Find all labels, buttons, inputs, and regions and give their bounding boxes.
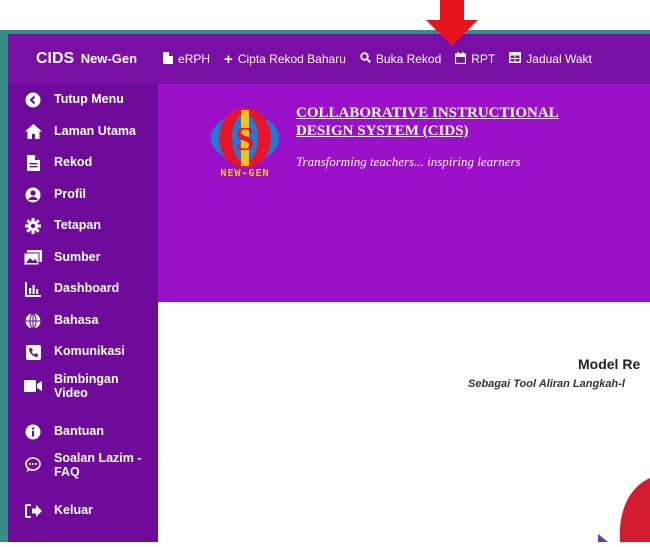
annotation-arrow-icon [424,0,480,48]
nav-cipta-label: Cipta Rekod Baharu [237,52,346,66]
video-icon [24,378,42,394]
sidebar: Tutup Menu Laman Utama Rekod Profil Teta… [8,84,158,542]
sidebar-item-label: Tetapan [54,218,101,232]
sidebar-item-bimbingan-video[interactable]: Bimbingan Video [8,368,158,416]
document-icon [163,51,174,67]
nav-rpt-label: RPT [471,52,496,66]
nav-buka-label: Buka Rekod [375,52,442,66]
hero-title-line2: DESIGN SYSTEM (CIDS) [296,123,469,139]
cids-logo[interactable]: S NEW-GEN [203,106,287,182]
sidebar-item-label: Soalan Lazim - FAQ [54,451,142,479]
sidebar-item-label: Profil [54,186,86,201]
phone-icon [24,344,42,360]
logo-newgen-text: NEW-GEN [220,168,270,179]
info-icon [24,424,42,440]
sidebar-item-label: Komunikasi [54,344,125,358]
window-top-bg [0,0,650,32]
sidebar-item-label: Rekod [54,155,93,169]
globe-icon [24,312,42,329]
sidebar-item-keluar[interactable]: Keluar [8,495,158,527]
sidebar-item-dashboard[interactable]: Dashboard [8,273,158,305]
model-graphic [598,478,650,542]
plus-icon: + [224,50,233,68]
sidebar-item-tetapan[interactable]: Tetapan [8,210,158,242]
brand-name: CIDS [36,50,75,67]
sidebar-item-label: Sumber [54,249,101,264]
sidebar-item-label: Dashboard [54,281,120,295]
sidebar-item-bantuan[interactable]: Bantuan [8,416,158,448]
chart-icon [24,281,42,297]
hero-title[interactable]: COLLABORATIVE INSTRUCTIONAL DESIGN SYSTE… [296,104,636,140]
hero-banner: S NEW-GEN COLLABORATIVE INSTRUCTIONAL DE… [158,84,650,302]
logout-icon [24,503,42,519]
content-subtitle: Sebagai Tool Aliran Langkah-l [468,378,625,390]
nav-erph-label: eRPH [178,52,211,66]
svg-text:S: S [236,121,255,158]
brand-suffix: New-Gen [80,51,138,66]
sidebar-item-laman-utama[interactable]: Laman Utama [8,116,158,148]
nav-cipta-rekod-baharu[interactable]: + Cipta Rekod Baharu [224,51,346,68]
sidebar-item-bahasa[interactable]: Bahasa [8,305,158,337]
sidebar-item-profil[interactable]: Profil [8,179,158,211]
sidebar-item-faq[interactable]: Soalan Lazim - FAQ [8,447,158,495]
sidebar-item-sumber[interactable]: Sumber [8,242,158,274]
sidebar-item-label: Tutup Menu [54,92,124,106]
sidebar-item-komunikasi[interactable]: Komunikasi [8,336,158,368]
sidebar-item-tutup-menu[interactable]: Tutup Menu [8,84,158,116]
sidebar-item-rekod[interactable]: Rekod [8,147,158,179]
brand-logo-text[interactable]: CIDS New-Gen [36,50,137,68]
nav-buka-rekod[interactable]: Buka Rekod [360,52,441,66]
sidebar-item-label: Bahasa [54,312,99,327]
search-icon [360,52,371,66]
sidebar-item-label: Bantuan [54,423,104,438]
main-content: Model Re Sebagai Tool Aliran Langkah-l [158,302,650,542]
sidebar-item-label: Laman Utama [54,123,136,138]
nav-erph[interactable]: eRPH [163,51,211,67]
nav-jadual-waktu[interactable]: Jadual Wakt [509,52,592,66]
gear-icon [24,218,42,234]
chevron-left-circle-icon [24,92,42,108]
chat-icon [24,457,42,473]
content-title: Model Re [578,356,641,372]
nav-rpt[interactable]: RPT [455,51,496,67]
image-icon [24,250,42,266]
nav-jadual-label: Jadual Wakt [526,52,592,66]
file-icon [24,155,42,171]
calendar-icon [455,51,467,67]
home-icon [24,124,42,140]
top-navbar: CIDS New-Gen eRPH + Cipta Rekod Baharu B… [8,34,650,84]
table-icon [509,52,522,66]
sidebar-item-label: Keluar [54,503,93,517]
user-icon [24,187,42,203]
hero-tagline: Transforming teachers... inspiring learn… [296,154,521,169]
sidebar-item-label: Bimbingan Video [54,371,119,400]
window-frame-left [0,30,8,542]
hero-title-line1: COLLABORATIVE INSTRUCTIONAL [296,105,559,121]
